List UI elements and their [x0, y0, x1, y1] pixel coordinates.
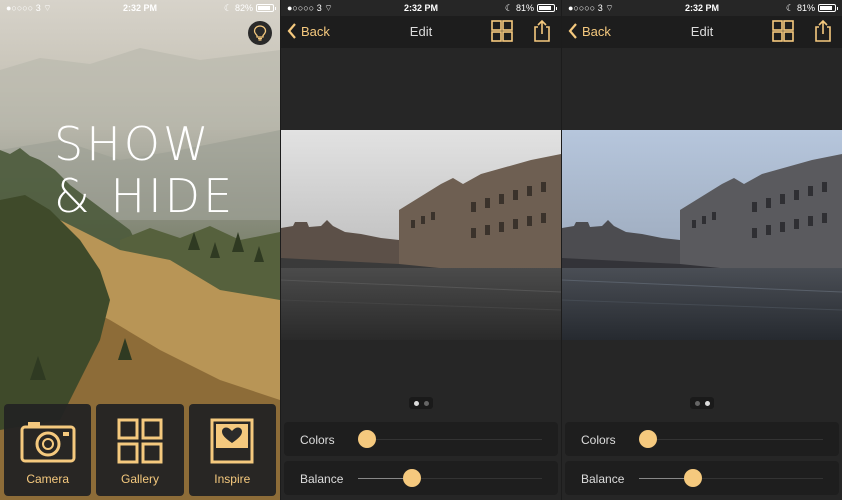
grid-icon: [117, 418, 163, 464]
battery-icon: [537, 4, 557, 12]
nav-bar: Back Edit: [281, 16, 561, 48]
title-line-2: & HIDE: [54, 169, 236, 223]
status-right: ☾ 82%: [223, 0, 276, 16]
camera-icon: [20, 422, 76, 463]
battery-icon: [818, 4, 838, 12]
grid-icon[interactable]: [491, 20, 513, 42]
colors-label: Colors: [300, 433, 335, 447]
share-icon[interactable]: [814, 19, 832, 43]
balance-control: Balance: [565, 461, 839, 495]
balance-slider-thumb[interactable]: [403, 469, 421, 487]
lightbulb-icon: [253, 25, 267, 41]
home-actions: Camera Gallery Inspire: [4, 404, 276, 496]
edited-photo: [562, 130, 842, 340]
balance-slider-thumb[interactable]: [684, 469, 702, 487]
inspire-button[interactable]: Inspire: [188, 404, 276, 496]
camera-label: Camera: [26, 472, 69, 486]
battery-percent: 82%: [234, 3, 253, 13]
camera-button[interactable]: Camera: [4, 404, 92, 496]
status-bar: ●○○○○ 3 ⌔ 2:32 PM ☾ 82%: [0, 0, 280, 16]
status-bar: ●○○○○ 3 ⌔ 2:32 PM ☾ 81%: [562, 0, 842, 16]
heart-picture-icon: [210, 418, 254, 464]
colors-track: [358, 439, 542, 440]
moon-icon: ☾: [223, 3, 232, 13]
balance-label: Balance: [581, 472, 625, 486]
moon-icon: ☾: [785, 3, 794, 13]
page-indicator[interactable]: [690, 397, 714, 409]
moon-icon: ☾: [504, 3, 513, 13]
edit-screen-grayscale: ●○○○○ 3 ⌔ 2:32 PM ☾ 81% Back Edit Colors…: [281, 0, 561, 500]
photo-art: [562, 130, 842, 340]
edit-screen-color: ●○○○○ 3 ⌔ 2:32 PM ☾ 81% Back Edit Colors…: [562, 0, 842, 500]
photo-art: [281, 130, 561, 340]
colors-slider-thumb[interactable]: [639, 430, 657, 448]
page-indicator[interactable]: [409, 397, 433, 409]
nav-title: Edit: [409, 24, 433, 39]
colors-label: Colors: [581, 433, 616, 447]
colors-control: Colors: [284, 422, 558, 456]
gallery-button[interactable]: Gallery: [96, 404, 184, 496]
balance-fill: [639, 478, 687, 479]
nav-title: Edit: [690, 24, 714, 39]
battery-percent: 81%: [515, 3, 534, 13]
nav-bar: Back Edit: [562, 16, 842, 48]
colors-control: Colors: [565, 422, 839, 456]
page-dot-1: [694, 400, 700, 406]
balance-control: Balance: [284, 461, 558, 495]
title-line-1: SHOW: [54, 117, 212, 171]
home-screen: ●○○○○ 3 ⌔ 2:32 PM ☾ 82% SHOW & HIDE Came…: [0, 0, 280, 500]
gallery-label: Gallery: [120, 472, 159, 486]
lightbulb-button[interactable]: [248, 21, 272, 45]
inspire-label: Inspire: [214, 472, 251, 486]
colors-slider-thumb[interactable]: [358, 430, 376, 448]
battery-icon: [256, 4, 276, 12]
balance-fill: [358, 478, 406, 479]
page-dot-2: [423, 400, 429, 406]
edited-photo: [281, 130, 561, 340]
share-icon[interactable]: [533, 19, 551, 43]
balance-label: Balance: [300, 472, 344, 486]
status-bar: ●○○○○ 3 ⌔ 2:32 PM ☾ 81%: [281, 0, 561, 16]
colors-track: [639, 439, 823, 440]
status-right: ☾ 81%: [785, 0, 838, 16]
page-dot-2: [704, 400, 710, 406]
battery-percent: 81%: [796, 3, 815, 13]
grid-icon[interactable]: [772, 20, 794, 42]
page-dot-1: [413, 400, 419, 406]
app-title: SHOW & HIDE: [54, 118, 235, 222]
status-right: ☾ 81%: [504, 0, 557, 16]
